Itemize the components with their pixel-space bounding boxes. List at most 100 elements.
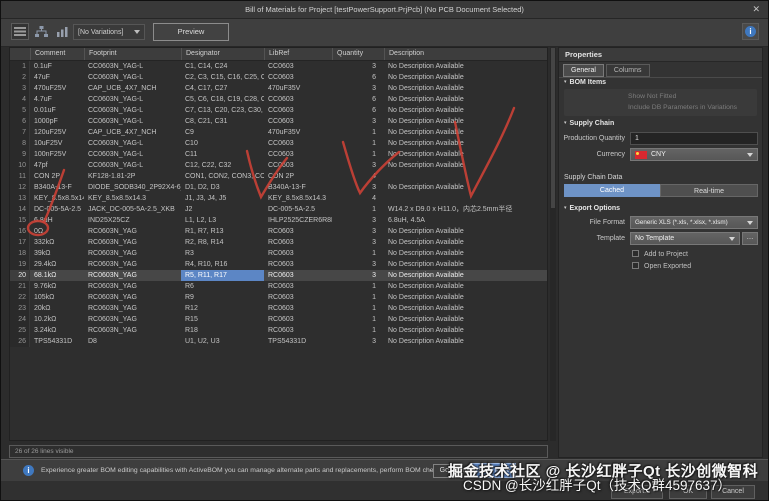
table-row[interactable]: 21 9.76kΩ RC0603N_YAG R6 RC0603 1 No Descripti… — [10, 281, 547, 292]
cell-desc[interactable]: No Description Available — [384, 105, 547, 116]
table-row[interactable]: 23 20kΩ RC0603N_YAG R12 RC0603 1 No Descriptio… — [10, 303, 547, 314]
cell-num[interactable]: 7 — [10, 127, 30, 138]
cell-libref[interactable]: RC0603 — [264, 303, 332, 314]
table-vertical-scrollbar[interactable] — [550, 47, 556, 441]
cell-libref[interactable]: CC0603 — [264, 61, 332, 72]
cell-num[interactable]: 24 — [10, 314, 30, 325]
cell-num[interactable]: 11 — [10, 171, 30, 182]
file-format-dropdown[interactable]: Generic XLS (*.xls, *.xlsx, *.xlsm) — [630, 216, 758, 229]
cell-comment[interactable]: 0.01uF — [30, 105, 84, 116]
cell-libref[interactable]: CON 2P — [264, 171, 332, 182]
cell-desc[interactable]: 6.8uH, 4.5A — [384, 215, 547, 226]
cell-qty[interactable]: 3 — [332, 259, 384, 270]
cell-footprint[interactable]: RC0603N_YAG — [84, 270, 181, 281]
cell-designator[interactable]: C4, C17, C27 — [181, 83, 264, 94]
cell-footprint[interactable]: CC0603N_YAG-L — [84, 72, 181, 83]
table-row[interactable]: 4 4.7uF CC0603N_YAG-L C5, C6, C18, C19, C28… — [10, 94, 547, 105]
hierarchy-view-icon[interactable] — [32, 23, 50, 40]
cell-num[interactable]: 4 — [10, 94, 30, 105]
cell-designator[interactable]: C10 — [181, 138, 264, 149]
cell-libref[interactable]: 470uF35V — [264, 127, 332, 138]
cell-desc[interactable]: No Description Available — [384, 325, 547, 336]
column-header-libref[interactable]: LibRef — [264, 48, 332, 60]
table-row[interactable]: 20 68.1kΩ RC0603N_YAG R5, R11, R17 RC0603 3 No… — [10, 270, 547, 281]
cell-footprint[interactable]: IND25X25CZ — [84, 215, 181, 226]
scrollbar-thumb[interactable] — [551, 48, 555, 208]
cell-footprint[interactable]: CC0603N_YAG-L — [84, 138, 181, 149]
cell-libref[interactable]: CC0603 — [264, 138, 332, 149]
cell-footprint[interactable]: CC0603N_YAG-L — [84, 105, 181, 116]
cell-libref[interactable]: IHLP2525CZER6R8M01 — [264, 215, 332, 226]
cell-libref[interactable]: CC0603 — [264, 94, 332, 105]
column-header-comment[interactable]: Comment — [30, 48, 84, 60]
cell-footprint[interactable]: RC0603N_YAG — [84, 226, 181, 237]
cell-desc[interactable]: No Description Available — [384, 303, 547, 314]
cell-designator[interactable]: L1, L2, L3 — [181, 215, 264, 226]
cell-comment[interactable]: 47pf — [30, 160, 84, 171]
cell-comment[interactable]: 470uF25V — [30, 83, 84, 94]
cell-designator[interactable]: U1, U2, U3 — [181, 336, 264, 347]
cell-libref[interactable]: B340A-13-F — [264, 182, 332, 193]
cell-qty[interactable]: 1 — [332, 127, 384, 138]
cell-desc[interactable]: No Description Available — [384, 226, 547, 237]
cell-desc[interactable]: W14.2 x D9.0 x H11.0，内芯2.5mm半径 — [384, 204, 547, 215]
cell-num[interactable]: 14 — [10, 204, 30, 215]
cell-designator[interactable]: R18 — [181, 325, 264, 336]
table-row[interactable]: 3 470uF25V CAP_UCB_4X7_NCH C4, C17, C27 470u… — [10, 83, 547, 94]
cell-designator[interactable]: C7, C13, C20, C23, C30, C33 — [181, 105, 264, 116]
table-row[interactable]: 7 120uF25V CAP_UCB_4X7_NCH C9 470uF35V 1 No De… — [10, 127, 547, 138]
cell-footprint[interactable]: CC0603N_YAG-L — [84, 149, 181, 160]
cell-footprint[interactable]: RC0603N_YAG — [84, 281, 181, 292]
cell-qty[interactable]: 3 — [332, 237, 384, 248]
cell-designator[interactable]: R4, R10, R16 — [181, 259, 264, 270]
cell-num[interactable]: 20 — [10, 270, 30, 281]
cell-num[interactable]: 12 — [10, 182, 30, 193]
template-browse-button[interactable]: … — [742, 232, 758, 245]
cell-num[interactable]: 17 — [10, 237, 30, 248]
cell-designator[interactable]: J2 — [181, 204, 264, 215]
table-row[interactable]: 15 6.8uH IND25X25CZ L1, L2, L3 IHLP2525CZER6… — [10, 215, 547, 226]
cell-num[interactable]: 10 — [10, 160, 30, 171]
cell-comment[interactable]: 0.1uF — [30, 61, 84, 72]
cell-desc[interactable]: No Description Available — [384, 138, 547, 149]
cell-libref[interactable]: RC0603 — [264, 270, 332, 281]
cell-desc[interactable]: No Description Available — [384, 336, 547, 347]
cell-desc[interactable]: No Description Available — [384, 292, 547, 303]
cell-designator[interactable]: C8, C21, C31 — [181, 116, 264, 127]
column-header-description[interactable]: Description — [384, 48, 547, 60]
cell-footprint[interactable]: JACK_DC-005-5A-2.5_XKB — [84, 204, 181, 215]
cell-libref[interactable]: RC0603 — [264, 248, 332, 259]
column-header-quantity[interactable]: Quantity — [332, 48, 384, 60]
cell-libref[interactable]: CC0603 — [264, 105, 332, 116]
cell-qty[interactable]: 3 — [332, 116, 384, 127]
table-row[interactable]: 6 1000pF CC0603N_YAG-L C8, C21, C31 CC0603 3 N… — [10, 116, 547, 127]
cell-num[interactable]: 3 — [10, 83, 30, 94]
cell-footprint[interactable]: RC0603N_YAG — [84, 248, 181, 259]
cell-libref[interactable]: RC0603 — [264, 314, 332, 325]
cell-designator[interactable]: D1, D2, D3 — [181, 182, 264, 193]
cell-desc[interactable]: No Description Available — [384, 237, 547, 248]
cell-libref[interactable]: RC0603 — [264, 226, 332, 237]
cell-libref[interactable]: CC0603 — [264, 72, 332, 83]
cell-designator[interactable]: CON1, CON2, CON3, CON4 — [181, 171, 264, 182]
template-dropdown[interactable]: No Template — [630, 232, 740, 245]
cell-qty[interactable]: 1 — [332, 325, 384, 336]
cell-num[interactable]: 16 — [10, 226, 30, 237]
cell-qty[interactable]: 1 — [332, 292, 384, 303]
cell-num[interactable]: 23 — [10, 303, 30, 314]
panel-info-button[interactable]: i — [742, 23, 759, 40]
table-row[interactable]: 19 29.4kΩ RC0603N_YAG R4, R10, R16 RC0603 3 No… — [10, 259, 547, 270]
cell-libref[interactable]: CC0603 — [264, 116, 332, 127]
real-time-toggle-button[interactable]: Real-time — [660, 184, 758, 197]
cell-libref[interactable]: 470uF35V — [264, 83, 332, 94]
table-row[interactable]: 13KEY_8.5x8.5x14.3KEY_8.5x8.5x14.3J1, J3… — [10, 193, 547, 204]
table-row[interactable]: 18 39kΩ RC0603N_YAG R3 RC0603 1 No Description… — [10, 248, 547, 259]
table-row[interactable]: 26 TPS54331D D8 U1, U2, U3 TPS54331D 3 No Desc… — [10, 336, 547, 347]
cell-num[interactable]: 21 — [10, 281, 30, 292]
cell-comment[interactable]: 4.7uF — [30, 94, 84, 105]
cell-footprint[interactable]: KF128-1.81-2P — [84, 171, 181, 182]
production-quantity-input[interactable]: 1 — [630, 132, 758, 145]
cell-desc[interactable]: No Description Available — [384, 61, 547, 72]
cell-comment[interactable]: 10.2kΩ — [30, 314, 84, 325]
cancel-button[interactable]: Cancel — [711, 485, 755, 499]
